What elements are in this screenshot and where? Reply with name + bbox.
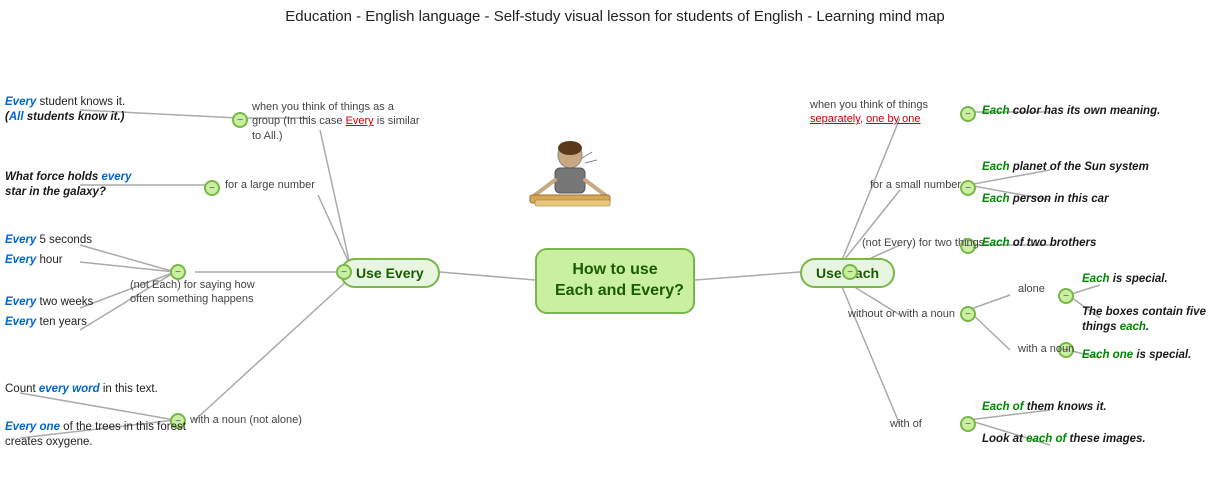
boxes-five-text: The boxes contain five things each. [1082, 305, 1230, 335]
separately-label: when you think of things separately, one… [810, 98, 970, 127]
each-person-car-text: Each person in this car [982, 192, 1109, 207]
each-one-special-text: Each one is special. [1082, 348, 1191, 363]
with-of-label: with of [890, 417, 922, 431]
every-hour-text: Every hour [5, 253, 63, 268]
count-every-word-text: Count every word in this text. [5, 382, 158, 397]
each-two-brothers-text: Each of two brothers [982, 236, 1096, 251]
page-title: Education - English language - Self-stud… [0, 0, 1230, 25]
alone-circle[interactable]: − [1058, 288, 1074, 304]
force-text: What force holds everystar in the galaxy… [5, 170, 132, 200]
how-often-label: (not Each) for saying how often somethin… [130, 278, 270, 307]
not-every-label: (not Every) for two things [862, 236, 984, 250]
use-every-circle[interactable]: − [336, 264, 352, 280]
with-of-circle[interactable]: − [960, 416, 976, 432]
person-image [520, 140, 620, 230]
use-every-node: Use Every [340, 258, 440, 288]
large-number-label: for a large number [225, 178, 315, 192]
small-number-label: for a small number [870, 178, 961, 192]
group-label: when you think of things as a group (In … [252, 100, 422, 143]
every-ten-years-text: Every ten years [5, 315, 87, 330]
with-noun-left-label: with a noun (not alone) [190, 413, 302, 427]
without-with-noun-label: without or with a noun [848, 307, 955, 321]
look-at-each-text: Look at each of these images. [982, 432, 1146, 447]
group-circle[interactable]: − [232, 112, 248, 128]
every5sec-text: Every 5 seconds [5, 233, 92, 248]
every-two-weeks-text: Every two weeks [5, 295, 93, 310]
use-each-circle[interactable]: − [842, 264, 858, 280]
every-student-text: Every student knows it. (All students kn… [5, 95, 125, 125]
each-planet-text: Each planet of the Sun system [982, 160, 1149, 175]
mind-map-canvas: Education - English language - Self-stud… [0, 0, 1230, 500]
large-number-circle[interactable]: − [204, 180, 220, 196]
small-number-circle[interactable]: − [960, 180, 976, 196]
without-with-noun-circle[interactable]: − [960, 306, 976, 322]
alone-label: alone [1018, 282, 1045, 296]
each-color-text: Each color has its own meaning. [982, 104, 1160, 119]
each-special-text: Each is special. [1082, 272, 1168, 287]
center-node: How to use Each and Every? [535, 248, 695, 314]
every-one-trees-text: Every one of the trees in this forest cr… [5, 420, 200, 450]
each-of-them-text: Each of them knows it. [982, 400, 1107, 415]
with-a-noun-label: with a noun [1018, 342, 1074, 356]
